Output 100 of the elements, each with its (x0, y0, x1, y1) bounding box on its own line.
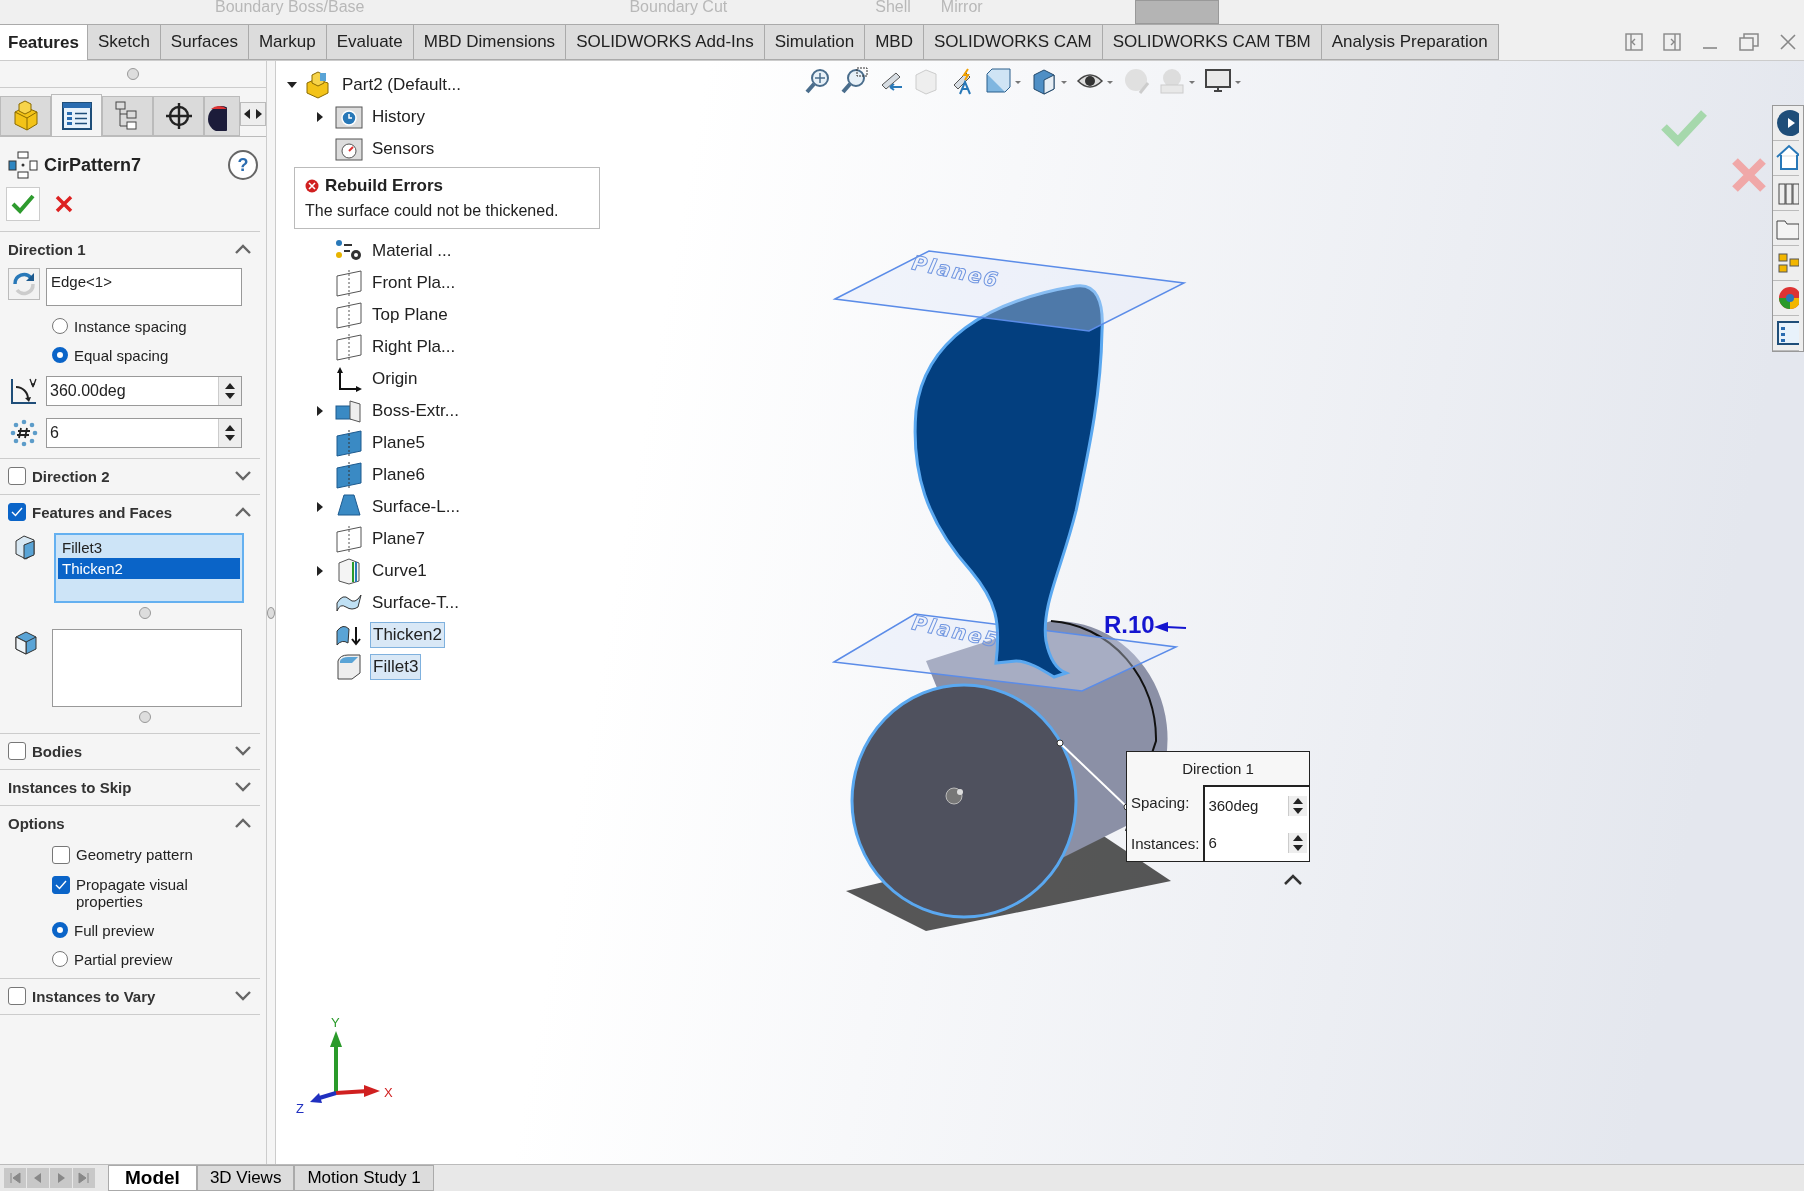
ribbon-tab[interactable]: Features (0, 24, 88, 60)
close-icon[interactable] (1778, 32, 1798, 52)
tree-item[interactable]: Sensors (370, 137, 437, 161)
collapse-icon[interactable] (234, 243, 252, 255)
ribbon-tab[interactable]: MBD Dimensions (413, 24, 567, 60)
section-title: Direction 2 (32, 467, 110, 485)
reverse-direction-button[interactable] (8, 268, 40, 300)
view-tab[interactable]: 3D Views (196, 1165, 295, 1191)
crosshair-icon[interactable] (163, 101, 194, 131)
expand-icon[interactable] (234, 990, 252, 1002)
tile-icon[interactable] (1662, 32, 1682, 52)
section-checkbox[interactable] (8, 503, 26, 521)
grip-handle[interactable] (127, 68, 139, 80)
tree-item[interactable]: Curve1 (370, 559, 429, 583)
ribbon-tab[interactable]: Surfaces (160, 24, 249, 60)
option-checkbox[interactable] (52, 846, 70, 864)
view-orientation-icon[interactable] (984, 67, 1022, 95)
plane-icon (334, 333, 364, 361)
tree-item[interactable]: Surface-T... (370, 591, 461, 615)
display-style-icon[interactable] (1030, 67, 1068, 95)
ribbon-tab[interactable]: Markup (248, 24, 327, 60)
graphics-area[interactable] (276, 61, 1804, 1164)
resize-handle[interactable] (139, 711, 151, 723)
list-item[interactable]: Fillet3 (58, 537, 240, 558)
spin-down-icon[interactable] (1293, 807, 1303, 814)
ribbon-tab[interactable]: MBD (865, 24, 924, 60)
section-title: Bodies (32, 742, 82, 760)
popup-field[interactable]: 6 (1205, 824, 1309, 861)
target-tab[interactable] (153, 96, 204, 136)
resize-handle[interactable] (139, 607, 151, 619)
instances-field[interactable]: 6 (46, 418, 242, 448)
splitter-handle[interactable] (267, 606, 275, 619)
confirm-check-icon[interactable] (1661, 110, 1707, 147)
spin-up-icon[interactable] (225, 383, 235, 389)
view-tab[interactable]: Motion Study 1 (294, 1165, 434, 1191)
tree-item[interactable]: Front Pla... (370, 271, 458, 295)
ribbon-tab[interactable]: Sketch (87, 24, 161, 60)
ribbon-tab[interactable]: SOLIDWORKS CAM TBM (1102, 24, 1322, 60)
zoom-fit-icon[interactable] (804, 67, 832, 95)
tree-item[interactable]: Thicken2 (370, 622, 445, 648)
spin-up-icon[interactable] (1293, 797, 1303, 804)
ribbon-tab[interactable]: SOLIDWORKS Add-Ins (566, 24, 765, 60)
bodies-list[interactable] (52, 629, 242, 707)
preview-radio[interactable] (52, 951, 68, 967)
list-icon[interactable] (60, 100, 93, 131)
tree-item[interactable]: Right Pla... (370, 335, 458, 359)
tree-item[interactable]: Surface-L... (370, 495, 462, 519)
ribbon-tab[interactable]: Simulation (764, 24, 866, 60)
tree-item[interactable]: Top Plane (370, 303, 450, 327)
spacing-radio[interactable] (52, 347, 68, 363)
fillet-icon (334, 653, 364, 681)
tree-item[interactable]: Origin (370, 367, 420, 391)
ribbon-tab[interactable]: Evaluate (326, 24, 414, 60)
section-checkbox[interactable] (8, 987, 26, 1005)
radio-label: Full preview (74, 922, 155, 939)
property-tab[interactable] (51, 94, 102, 136)
expand-icon[interactable] (234, 781, 252, 793)
axis-label: X (384, 1085, 393, 1100)
tree-item[interactable]: Plane7 (370, 527, 427, 551)
tree-item[interactable]: Plane5 (370, 431, 427, 455)
collapse-icon[interactable] (234, 506, 252, 518)
expand-icon[interactable] (234, 470, 252, 482)
preview-radio[interactable] (52, 922, 68, 938)
spin-down-icon[interactable] (225, 393, 235, 399)
monitor-icon[interactable] (1204, 67, 1242, 95)
list-item[interactable]: Thicken2 (58, 558, 240, 579)
section-checkbox[interactable] (8, 467, 26, 485)
tree-item[interactable]: Fillet3 (370, 654, 422, 680)
plane-outline[interactable] (832, 250, 1187, 332)
collapse-icon[interactable] (1283, 874, 1303, 886)
features-list[interactable]: Fillet3 Thicken2 (54, 533, 244, 603)
popup-field[interactable]: 360deg (1205, 787, 1309, 824)
spacing-radio[interactable] (52, 318, 68, 334)
collapse-icon[interactable] (234, 817, 252, 829)
help-button[interactable]: ? (228, 150, 258, 180)
restore-icon[interactable] (1738, 32, 1760, 52)
tile-icon[interactable] (1624, 32, 1644, 52)
spin-up-icon[interactable] (225, 425, 235, 431)
view-tab[interactable]: Model (108, 1165, 197, 1191)
appearance-tab[interactable] (204, 96, 240, 136)
expand-icon[interactable] (234, 745, 252, 757)
pattern-axis-field[interactable]: Edge<1> (46, 268, 242, 306)
tree-item[interactable]: Part2 (Default... (340, 73, 464, 97)
ribbon-tab[interactable]: SOLIDWORKS CAM (923, 24, 1103, 60)
feature-title: CirPattern7 (44, 154, 142, 176)
zoom-area-icon[interactable] (840, 67, 868, 95)
ok-button[interactable] (6, 187, 40, 221)
tree-item[interactable]: Material ... (370, 239, 454, 263)
option-checkbox[interactable] (52, 876, 70, 894)
section-title: Instances to Skip (8, 778, 132, 796)
dimension-label[interactable]: R.10 (1104, 611, 1155, 638)
tree-item[interactable]: Boss-Extr... (370, 399, 461, 423)
tree-item[interactable]: History (370, 105, 427, 129)
spin-down-icon[interactable] (225, 435, 235, 441)
spin-down-icon[interactable] (1293, 844, 1303, 851)
section-checkbox[interactable] (8, 742, 26, 760)
ribbon-tab[interactable]: Analysis Preparation (1321, 24, 1499, 60)
spin-up-icon[interactable] (1293, 834, 1303, 841)
tree-item[interactable]: Plane6 (370, 463, 427, 487)
angle-field[interactable]: 360.00deg (46, 376, 242, 406)
